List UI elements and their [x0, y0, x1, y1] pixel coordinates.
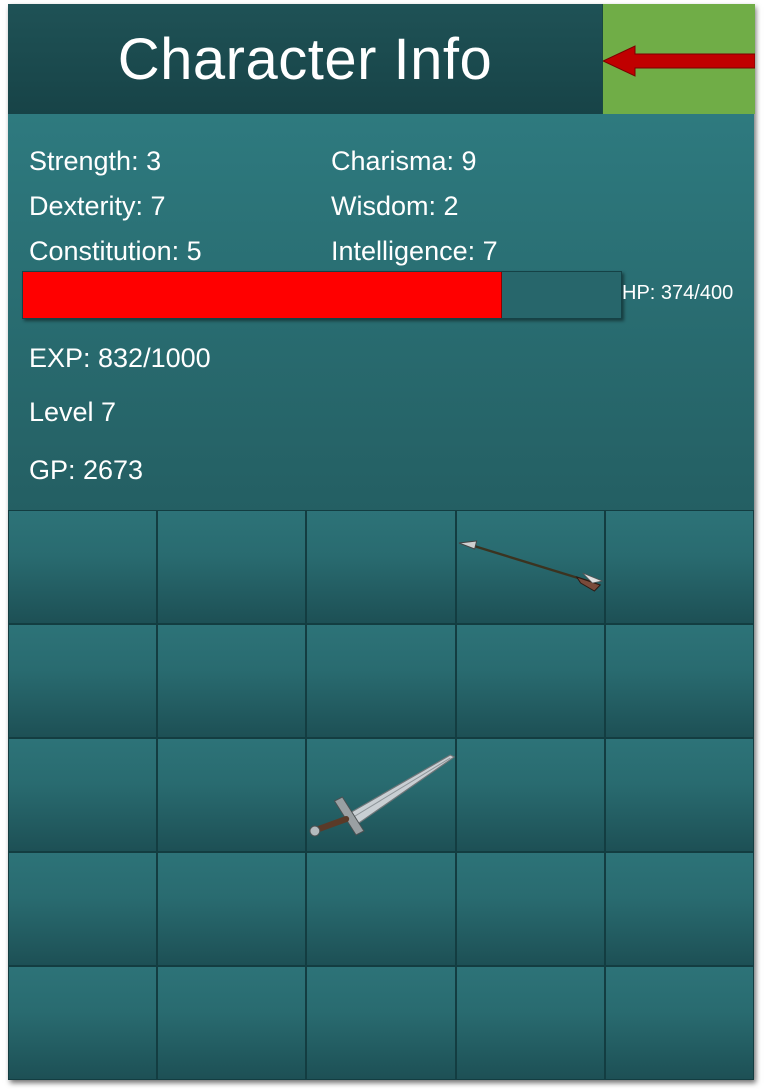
inventory-slot[interactable]: [604, 738, 754, 852]
back-button[interactable]: [602, 4, 755, 114]
inventory-slot[interactable]: [8, 966, 158, 1080]
level-label: Level 7: [29, 397, 117, 427]
inventory-slot[interactable]: [306, 510, 456, 624]
inventory-slot[interactable]: [8, 738, 158, 852]
exp-label: EXP: 832/1000: [29, 343, 211, 373]
stat-constitution: Constitution: 5: [29, 236, 202, 266]
inventory-slot[interactable]: [455, 738, 605, 852]
sword-item-icon[interactable]: [307, 739, 455, 851]
inventory-slot[interactable]: [604, 624, 754, 738]
inventory-slot[interactable]: [604, 966, 754, 1080]
inventory-slot[interactable]: [455, 852, 605, 966]
inventory-slot[interactable]: [157, 966, 307, 1080]
inventory-slot[interactable]: [306, 852, 456, 966]
inventory-slot[interactable]: [306, 738, 456, 852]
inventory-slot[interactable]: [306, 624, 456, 738]
inventory-slot[interactable]: [157, 510, 307, 624]
inventory-slot[interactable]: [8, 852, 158, 966]
character-panel: Character Info Strength: 3 Dexterity: 7 …: [8, 4, 755, 1080]
inventory-slot[interactable]: [455, 966, 605, 1080]
stat-dexterity: Dexterity: 7: [29, 191, 166, 221]
inventory-slot[interactable]: [8, 624, 158, 738]
page-title: Character Info: [117, 26, 493, 92]
inventory-slot[interactable]: [157, 852, 307, 966]
inventory-slot[interactable]: [157, 738, 307, 852]
inventory-slot[interactable]: [455, 624, 605, 738]
arrow-left-icon: [603, 45, 755, 77]
hp-bar-fill: [23, 272, 503, 318]
inventory-slot[interactable]: [157, 624, 307, 738]
inventory-grid: [8, 510, 754, 1080]
header: Character Info: [8, 4, 602, 115]
inventory-slot[interactable]: [306, 966, 456, 1080]
hp-bar: [22, 271, 622, 319]
inventory-slot[interactable]: [604, 510, 754, 624]
inventory-slot[interactable]: [604, 852, 754, 966]
hp-label: HP: 374/400: [622, 282, 734, 304]
inventory-slot[interactable]: [8, 510, 158, 624]
inventory-slot[interactable]: [455, 510, 605, 624]
arrow-item-icon[interactable]: [457, 511, 604, 623]
stat-charisma: Charisma: 9: [331, 146, 477, 176]
gp-label: GP: 2673: [29, 455, 144, 485]
stat-strength: Strength: 3: [29, 146, 162, 176]
stat-intelligence: Intelligence: 7: [331, 236, 498, 266]
stat-wisdom: Wisdom: 2: [331, 191, 459, 221]
